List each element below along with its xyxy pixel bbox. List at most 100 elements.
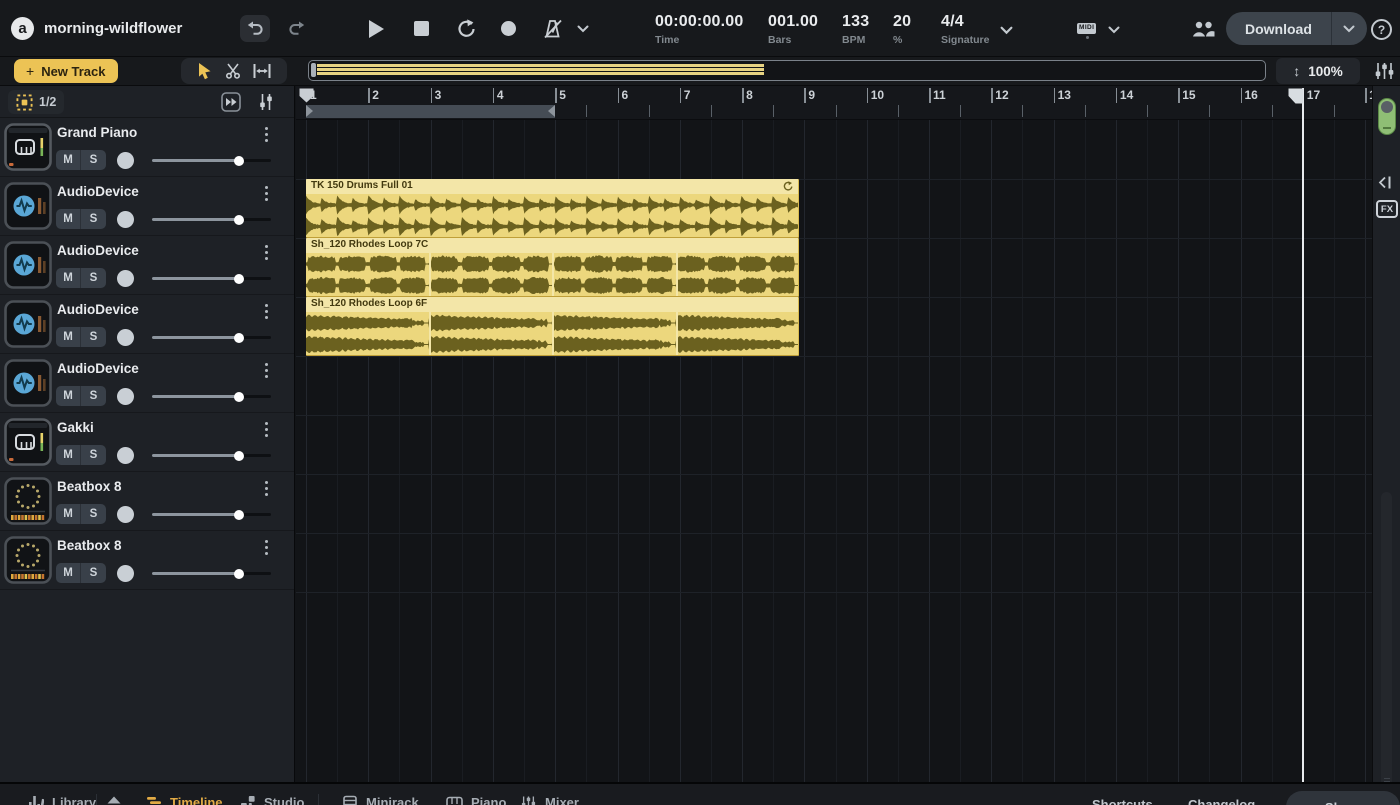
solo-button[interactable]: S xyxy=(81,268,106,288)
instrument-icon[interactable] xyxy=(4,536,52,584)
timeline-overview-scrollbar[interactable] xyxy=(308,60,1266,81)
instrument-icon[interactable] xyxy=(4,182,52,230)
solo-button[interactable]: S xyxy=(81,563,106,583)
collaborators-button[interactable] xyxy=(1192,21,1215,37)
tab-timeline[interactable]: Timeline xyxy=(146,795,223,805)
volume-slider[interactable] xyxy=(152,454,271,457)
track-menu-button[interactable] xyxy=(259,540,273,562)
track-name[interactable]: Beatbox 8 xyxy=(57,538,122,553)
tab-library[interactable]: Library xyxy=(28,795,96,805)
track-name[interactable]: Gakki xyxy=(57,420,94,435)
app-logo-icon[interactable]: a xyxy=(11,17,34,40)
solo-button[interactable]: S xyxy=(81,386,106,406)
record-button[interactable] xyxy=(501,21,516,36)
audio-clip[interactable]: Sh_120 Rhodes Loop 7C xyxy=(306,238,799,297)
track-name[interactable]: AudioDevice xyxy=(57,361,139,376)
pan-knob[interactable] xyxy=(117,329,134,346)
master-level-knob[interactable] xyxy=(1378,98,1396,135)
pan-knob[interactable] xyxy=(117,447,134,464)
mute-button[interactable]: M xyxy=(56,504,81,524)
track-menu-button[interactable] xyxy=(259,422,273,444)
play-button[interactable] xyxy=(369,20,384,38)
track-controls-toggle-button[interactable] xyxy=(257,92,275,112)
shortcuts-link[interactable]: Shortcuts xyxy=(1092,797,1153,805)
fx-panel-button[interactable]: FX xyxy=(1376,200,1398,218)
tab-studio[interactable]: Studio xyxy=(240,795,304,805)
volume-slider[interactable] xyxy=(152,218,271,221)
instrument-icon[interactable] xyxy=(4,123,52,171)
vertical-scrollbar[interactable] xyxy=(1381,492,1392,788)
loop-start-handle[interactable] xyxy=(306,105,313,117)
bar-ruler[interactable]: 123456789101112131415161718 xyxy=(296,86,1372,120)
track-row[interactable]: Gakki M S xyxy=(0,413,294,472)
volume-knob[interactable] xyxy=(234,392,244,402)
volume-knob[interactable] xyxy=(234,510,244,520)
volume-knob[interactable] xyxy=(234,274,244,284)
track-name[interactable]: AudioDevice xyxy=(57,243,139,258)
track-menu-button[interactable] xyxy=(259,127,273,149)
new-track-button[interactable]: + New Track xyxy=(14,59,118,83)
instrument-icon[interactable] xyxy=(4,359,52,407)
autoscroll-button[interactable] xyxy=(221,92,241,112)
loop-end-handle[interactable] xyxy=(548,105,555,117)
volume-slider[interactable] xyxy=(152,159,271,162)
instrument-icon[interactable] xyxy=(4,418,52,466)
pan-knob[interactable] xyxy=(117,211,134,228)
solo-button[interactable]: S xyxy=(81,445,106,465)
metronome-button[interactable] xyxy=(542,19,563,39)
track-menu-button[interactable] xyxy=(259,304,273,326)
volume-slider[interactable] xyxy=(152,513,271,516)
track-row[interactable]: AudioDevice M S xyxy=(0,177,294,236)
instrument-icon[interactable] xyxy=(4,300,52,348)
track-menu-button[interactable] xyxy=(259,245,273,267)
changelog-link[interactable]: Changelog xyxy=(1188,797,1255,805)
mute-button[interactable]: M xyxy=(56,386,81,406)
track-row[interactable]: Beatbox 8 M S xyxy=(0,472,294,531)
cursor-tool-button[interactable] xyxy=(197,62,213,80)
mute-button[interactable]: M xyxy=(56,563,81,583)
undo-button[interactable] xyxy=(240,15,270,42)
zoom-control[interactable]: ↕ 100% xyxy=(1276,58,1360,84)
scissors-tool-button[interactable] xyxy=(225,63,241,79)
track-name[interactable]: AudioDevice xyxy=(57,184,139,199)
loop-button[interactable] xyxy=(456,19,476,39)
project-title[interactable]: morning-wildflower xyxy=(44,0,182,57)
track-row[interactable]: Grand Piano M S xyxy=(0,118,294,177)
instrument-icon[interactable] xyxy=(4,241,52,289)
solo-button[interactable]: S xyxy=(81,150,106,170)
pan-knob[interactable] xyxy=(117,565,134,582)
midi-icon[interactable]: MIDI xyxy=(1077,23,1096,34)
loop-region[interactable] xyxy=(306,105,555,118)
timeline-arrange-area[interactable]: 123456789101112131415161718 TK 150 Drums… xyxy=(296,86,1372,782)
volume-slider[interactable] xyxy=(152,277,271,280)
track-name[interactable]: Grand Piano xyxy=(57,125,137,140)
track-lanes[interactable]: TK 150 Drums Full 01Sh_120 Rhodes Loop 7… xyxy=(296,120,1372,782)
download-options-chevron[interactable] xyxy=(1332,12,1367,45)
track-row[interactable]: AudioDevice M S xyxy=(0,295,294,354)
track-menu-button[interactable] xyxy=(259,186,273,208)
volume-slider[interactable] xyxy=(152,572,271,575)
volume-knob[interactable] xyxy=(234,451,244,461)
pan-knob[interactable] xyxy=(117,152,134,169)
pan-knob[interactable] xyxy=(117,506,134,523)
midi-chevron[interactable] xyxy=(1108,26,1120,34)
collapse-panel-button[interactable] xyxy=(1378,176,1392,189)
share-feedback-button[interactable]: Share feedback xyxy=(1286,791,1400,805)
eject-button[interactable] xyxy=(106,795,122,805)
track-name[interactable]: AudioDevice xyxy=(57,302,139,317)
solo-button[interactable]: S xyxy=(81,209,106,229)
redo-button[interactable] xyxy=(281,15,311,42)
stretch-tool-button[interactable] xyxy=(253,64,271,78)
playhead-marker[interactable] xyxy=(299,88,314,103)
volume-knob[interactable] xyxy=(234,569,244,579)
track-name[interactable]: Beatbox 8 xyxy=(57,479,122,494)
tab-mixer[interactable]: Mixer xyxy=(520,795,579,805)
instrument-icon[interactable] xyxy=(4,477,52,525)
solo-button[interactable]: S xyxy=(81,504,106,524)
audio-clip[interactable]: TK 150 Drums Full 01 xyxy=(306,179,799,238)
track-menu-button[interactable] xyxy=(259,363,273,385)
mixer-settings-button[interactable] xyxy=(1374,61,1395,81)
pan-knob[interactable] xyxy=(117,388,134,405)
mute-button[interactable]: M xyxy=(56,268,81,288)
track-menu-button[interactable] xyxy=(259,481,273,503)
